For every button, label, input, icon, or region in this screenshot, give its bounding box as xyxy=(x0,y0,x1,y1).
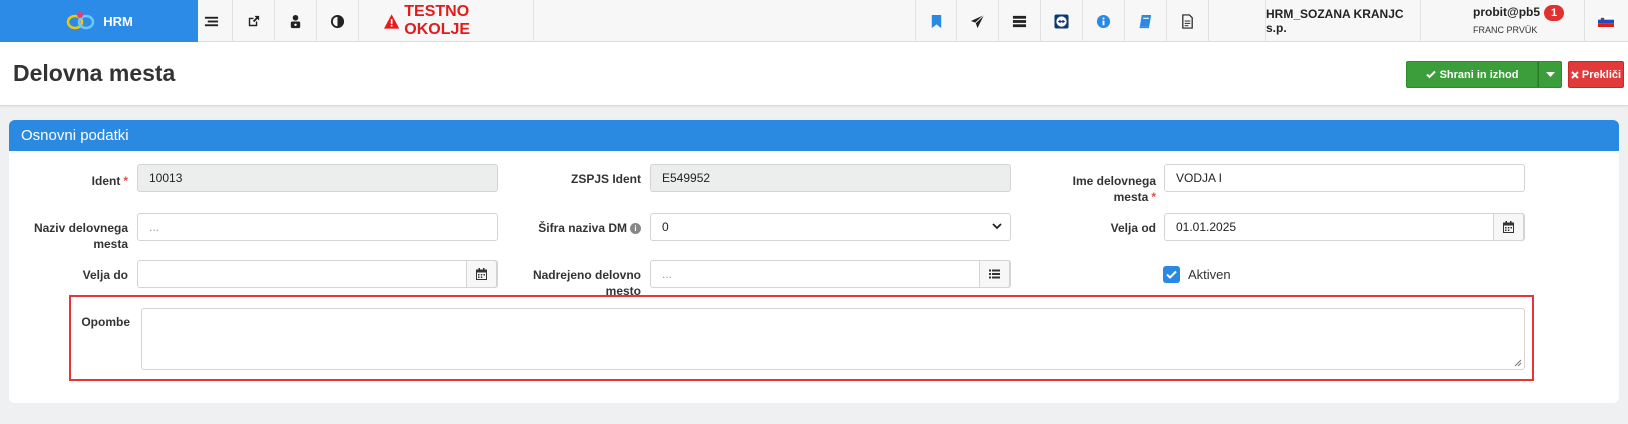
check-icon xyxy=(1425,70,1436,79)
job-name-label: Ime delovnega mesta * xyxy=(1072,174,1156,204)
save-and-exit-button[interactable]: Shrani in izhod xyxy=(1406,61,1538,88)
ident-label: Ident * xyxy=(91,174,128,188)
teamviewer-button[interactable] xyxy=(1041,0,1083,42)
server-icon xyxy=(1012,15,1027,27)
server-button[interactable] xyxy=(999,0,1041,42)
chevron-down-icon xyxy=(992,223,1002,230)
parent-position-field[interactable]: ... xyxy=(650,260,1011,288)
document-icon xyxy=(1182,13,1193,29)
valid-to-calendar-button[interactable] xyxy=(466,260,497,288)
teamviewer-icon xyxy=(1054,13,1069,29)
open-external-button[interactable] xyxy=(233,0,275,42)
job-name-field[interactable]: VODJA I xyxy=(1164,164,1525,192)
send-button[interactable] xyxy=(957,0,999,42)
info-icon xyxy=(1096,14,1111,28)
manual-button[interactable] xyxy=(1125,0,1167,42)
logo-text: HRM xyxy=(103,13,133,29)
menu-list-button[interactable] xyxy=(191,0,233,42)
environment-label: TESTNO OKOLJE xyxy=(404,3,471,38)
cancel-button[interactable]: Prekliči xyxy=(1568,61,1624,88)
bookmark-button[interactable] xyxy=(915,0,957,42)
page-title: Delovna mesta xyxy=(13,60,176,86)
bookmark-icon xyxy=(931,14,941,28)
caret-down-icon xyxy=(1545,72,1555,77)
job-title-label: Naziv delovnega mesta xyxy=(33,221,128,251)
environment-warning: TESTNO OKOLJE xyxy=(370,0,534,42)
info-button[interactable] xyxy=(1083,0,1125,42)
user-lock-icon xyxy=(290,14,301,28)
calendar-icon xyxy=(476,268,487,280)
panel-title: Osnovni podatki xyxy=(9,120,1619,151)
valid-from-label: Velja od xyxy=(1110,221,1156,235)
document-button[interactable] xyxy=(1167,0,1209,42)
active-label: Aktiven xyxy=(1188,267,1231,282)
hrm-logo-icon xyxy=(66,12,95,30)
info-icon[interactable]: i xyxy=(630,223,641,235)
save-options-dropdown[interactable] xyxy=(1538,61,1562,88)
close-icon xyxy=(1571,70,1579,79)
page-header: Delovna mesta Shrani in izhod Prekliči xyxy=(0,42,1628,106)
book-icon xyxy=(1139,14,1152,28)
user-menu[interactable]: probit@pb5 1 FRANC PRVÜK xyxy=(1421,0,1585,42)
parent-position-list-button[interactable] xyxy=(979,260,1010,288)
list-icon xyxy=(989,269,1000,279)
active-checkbox[interactable] xyxy=(1163,266,1180,283)
username: probit@pb5 xyxy=(1473,5,1541,19)
contrast-toggle-button[interactable] xyxy=(317,0,359,42)
valid-from-field[interactable]: 01.01.2025 xyxy=(1164,213,1525,241)
user-lock-button[interactable] xyxy=(275,0,317,42)
send-icon xyxy=(970,14,985,28)
app-logo[interactable]: HRM xyxy=(0,0,198,42)
cancel-button-label: Prekliči xyxy=(1581,68,1622,81)
check-icon xyxy=(1166,270,1177,279)
external-link-icon xyxy=(248,15,260,26)
contrast-icon xyxy=(330,14,345,28)
warning-icon xyxy=(384,13,400,29)
valid-to-label: Velja do xyxy=(82,268,128,282)
job-title-code-select[interactable]: 0 xyxy=(650,213,1011,241)
calendar-icon xyxy=(1503,221,1514,233)
notification-badge[interactable]: 1 xyxy=(1544,5,1564,21)
save-button-label: Shrani in izhod xyxy=(1439,68,1519,81)
top-navbar: HRM TESTNO OKOLJE HRM_SOZANA KRANJC s.p.… xyxy=(0,0,1628,42)
job-title-field[interactable]: ... xyxy=(137,213,498,241)
zspjs-ident-label: ZSPJS Ident xyxy=(570,172,641,186)
list-icon xyxy=(204,16,219,26)
job-title-code-label: Šifra naziva DM i xyxy=(520,220,641,236)
slovenian-flag-icon[interactable] xyxy=(1598,16,1614,27)
highlight-box xyxy=(69,295,1534,381)
valid-to-field[interactable] xyxy=(137,260,498,288)
zspjs-ident-field[interactable]: E549952 xyxy=(650,164,1011,192)
valid-from-calendar-button[interactable] xyxy=(1493,213,1524,241)
user-full-name: FRANC PRVÜK xyxy=(1473,25,1538,35)
company-name[interactable]: HRM_SOZANA KRANJC s.p. xyxy=(1265,0,1421,42)
ident-field[interactable]: 10013 xyxy=(137,164,498,192)
